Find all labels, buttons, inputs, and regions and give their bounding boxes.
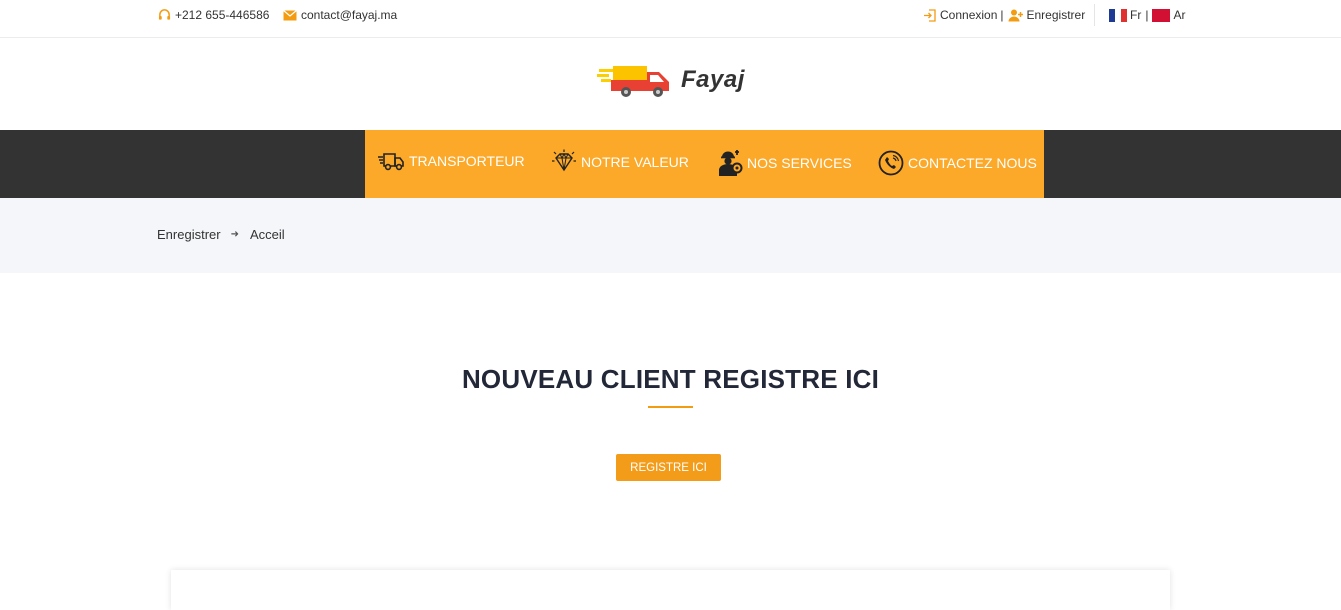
title-underline [648,406,693,408]
breadcrumb-current: Enregistrer [157,227,221,242]
email-contact[interactable]: contact@fayaj.ma [283,5,397,25]
top-bar: +212 655-446586 contact@fayaj.ma Connexi… [0,0,1341,38]
worker-gear-icon [719,150,743,176]
login-label: Connexion [940,8,998,22]
user-plus-icon [1008,9,1023,21]
truck-icon [378,153,404,171]
phone-number: +212 655-446586 [175,8,270,22]
nav-label: CONTACTEZ NOUS [908,155,1037,171]
breadcrumb-bar: Enregistrer ➜ Acceil [0,198,1341,273]
content-card [171,570,1170,610]
section-title: NOUVEAU CLIENT REGISTRE ICI [461,364,880,394]
delivery-truck-logo-icon [597,66,669,97]
nav-item-transporteur[interactable]: TRANSPORTEUR [378,149,525,173]
sign-in-icon [924,8,936,22]
diamond-icon [552,149,576,172]
logo-text: Fayaj [681,66,745,93]
site-logo[interactable]: Fayaj [597,62,745,98]
breadcrumb-home-link[interactable]: Acceil [250,227,285,242]
nav-item-contactez-nous[interactable]: CONTACTEZ NOUS [878,149,1037,177]
email-address: contact@fayaj.ma [301,8,398,22]
nav-label: NOTRE VALEUR [581,154,689,170]
envelope-icon [283,9,297,20]
nav-menu: TRANSPORTEUR NOTRE VALEUR NOS SERVICES C… [365,130,1044,198]
headset-icon [158,8,171,20]
morocco-flag-icon [1152,8,1171,22]
main-navbar: TRANSPORTEUR NOTRE VALEUR NOS SERVICES C… [0,130,1341,198]
register-button[interactable]: REGISTRE ICI [616,454,721,481]
phone-contact[interactable]: +212 655-446586 [158,5,269,25]
lang-ar-link[interactable]: Ar [1152,8,1185,22]
auth-separator: | [1000,8,1004,22]
language-switcher: Fr | Ar [1109,5,1185,25]
lang-fr-label: Fr [1130,8,1142,22]
nav-label: NOS SERVICES [747,155,852,171]
nav-item-nos-services[interactable]: NOS SERVICES [717,149,852,177]
lang-fr-link[interactable]: Fr [1109,8,1141,22]
nav-item-notre-valeur[interactable]: NOTRE VALEUR [551,149,689,175]
breadcrumb: Enregistrer ➜ Acceil [157,227,285,242]
login-link[interactable]: Connexion [923,8,997,22]
france-flag-icon [1109,8,1127,22]
register-link[interactable]: Enregistrer [1008,8,1086,22]
auth-links: Connexion | Enregistrer [923,5,1085,25]
register-label: Enregistrer [1026,8,1086,22]
phone-call-icon [878,150,904,176]
nav-label: TRANSPORTEUR [409,153,525,169]
arrow-right-icon: ➜ [230,229,239,240]
lang-ar-label: Ar [1173,8,1186,22]
lang-separator: | [1145,8,1149,22]
divider [1094,4,1095,26]
